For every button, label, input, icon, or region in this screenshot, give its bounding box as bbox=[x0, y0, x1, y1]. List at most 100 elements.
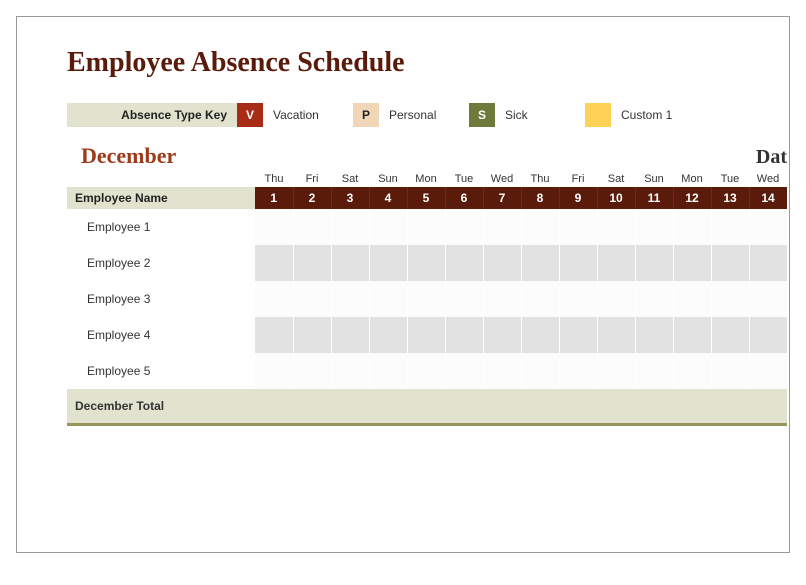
month-total-cell bbox=[445, 389, 483, 423]
absence-cell[interactable] bbox=[597, 209, 635, 245]
absence-cell[interactable] bbox=[635, 209, 673, 245]
absence-cell[interactable] bbox=[559, 317, 597, 353]
absence-cell[interactable] bbox=[407, 317, 445, 353]
employee-name-cell[interactable]: Employee 3 bbox=[67, 281, 255, 317]
legend-swatch-vacation: V bbox=[237, 103, 263, 127]
absence-cell[interactable] bbox=[635, 245, 673, 281]
legend-text-custom1: Custom 1 bbox=[611, 108, 701, 122]
absence-cell[interactable] bbox=[293, 281, 331, 317]
absence-cell[interactable] bbox=[293, 317, 331, 353]
absence-cell[interactable] bbox=[483, 317, 521, 353]
date-header: 8 bbox=[521, 187, 559, 209]
absence-cell[interactable] bbox=[331, 281, 369, 317]
absence-cell[interactable] bbox=[445, 209, 483, 245]
date-header: 5 bbox=[407, 187, 445, 209]
dates-heading: Dat bbox=[756, 146, 787, 169]
month-total-cell bbox=[369, 389, 407, 423]
absence-cell[interactable] bbox=[445, 317, 483, 353]
absence-cell[interactable] bbox=[445, 281, 483, 317]
absence-cell[interactable] bbox=[407, 209, 445, 245]
absence-cell[interactable] bbox=[711, 209, 749, 245]
legend-text-sick: Sick bbox=[495, 108, 585, 122]
employee-name-cell[interactable]: Employee 5 bbox=[67, 353, 255, 389]
absence-cell[interactable] bbox=[749, 209, 787, 245]
absence-cell[interactable] bbox=[521, 281, 559, 317]
absence-cell[interactable] bbox=[255, 353, 293, 389]
absence-cell[interactable] bbox=[407, 245, 445, 281]
absence-cell[interactable] bbox=[293, 353, 331, 389]
absence-cell[interactable] bbox=[369, 317, 407, 353]
day-of-week-header-row: ThuFriSatSunMonTueWedThuFriSatSunMonTueW… bbox=[67, 169, 787, 187]
absence-cell[interactable] bbox=[255, 317, 293, 353]
absence-cell[interactable] bbox=[521, 209, 559, 245]
absence-cell[interactable] bbox=[255, 281, 293, 317]
absence-cell[interactable] bbox=[597, 317, 635, 353]
absence-cell[interactable] bbox=[559, 245, 597, 281]
employee-name-header bbox=[67, 169, 255, 187]
absence-cell[interactable] bbox=[255, 209, 293, 245]
legend-text-vacation: Vacation bbox=[263, 108, 353, 122]
absence-cell[interactable] bbox=[483, 245, 521, 281]
date-number-header-row: Employee Name1234567891011121314 bbox=[67, 187, 787, 209]
absence-cell[interactable] bbox=[331, 245, 369, 281]
absence-cell[interactable] bbox=[673, 209, 711, 245]
date-header: 2 bbox=[293, 187, 331, 209]
month-total-cell bbox=[673, 389, 711, 423]
employee-name-cell[interactable]: Employee 4 bbox=[67, 317, 255, 353]
absence-cell[interactable] bbox=[369, 245, 407, 281]
absence-cell[interactable] bbox=[407, 281, 445, 317]
absence-cell[interactable] bbox=[559, 209, 597, 245]
absence-cell[interactable] bbox=[445, 245, 483, 281]
absence-cell[interactable] bbox=[711, 317, 749, 353]
absence-cell[interactable] bbox=[711, 281, 749, 317]
absence-cell[interactable] bbox=[711, 245, 749, 281]
dow-header: Fri bbox=[293, 169, 331, 187]
absence-cell[interactable] bbox=[635, 353, 673, 389]
absence-cell[interactable] bbox=[711, 353, 749, 389]
absence-cell[interactable] bbox=[369, 209, 407, 245]
dow-header: Thu bbox=[255, 169, 293, 187]
absence-cell[interactable] bbox=[331, 353, 369, 389]
date-header: 7 bbox=[483, 187, 521, 209]
absence-cell[interactable] bbox=[635, 317, 673, 353]
absence-cell[interactable] bbox=[445, 353, 483, 389]
absence-cell[interactable] bbox=[749, 245, 787, 281]
absence-cell[interactable] bbox=[673, 317, 711, 353]
absence-cell[interactable] bbox=[407, 353, 445, 389]
absence-cell[interactable] bbox=[483, 281, 521, 317]
absence-cell[interactable] bbox=[331, 317, 369, 353]
absence-cell[interactable] bbox=[559, 353, 597, 389]
absence-cell[interactable] bbox=[597, 353, 635, 389]
absence-cell[interactable] bbox=[369, 353, 407, 389]
absence-cell[interactable] bbox=[635, 281, 673, 317]
absence-cell[interactable] bbox=[293, 245, 331, 281]
absence-cell[interactable] bbox=[521, 317, 559, 353]
employee-name-cell[interactable]: Employee 2 bbox=[67, 245, 255, 281]
absence-cell[interactable] bbox=[673, 353, 711, 389]
absence-cell[interactable] bbox=[597, 245, 635, 281]
absence-cell[interactable] bbox=[293, 209, 331, 245]
month-total-cell bbox=[597, 389, 635, 423]
legend-code-personal: P bbox=[362, 108, 370, 122]
absence-cell[interactable] bbox=[749, 281, 787, 317]
absence-cell[interactable] bbox=[597, 281, 635, 317]
absence-cell[interactable] bbox=[749, 353, 787, 389]
absence-cell[interactable] bbox=[749, 317, 787, 353]
dow-header: Thu bbox=[521, 169, 559, 187]
absence-cell[interactable] bbox=[483, 353, 521, 389]
absence-cell[interactable] bbox=[673, 245, 711, 281]
legend-item-vacation: V Vacation bbox=[237, 103, 353, 127]
absence-cell[interactable] bbox=[483, 209, 521, 245]
absence-cell[interactable] bbox=[369, 281, 407, 317]
employee-name-cell[interactable]: Employee 1 bbox=[67, 209, 255, 245]
legend-item-sick: S Sick bbox=[469, 103, 585, 127]
absence-cell[interactable] bbox=[521, 353, 559, 389]
absence-cell[interactable] bbox=[331, 209, 369, 245]
dow-header: Tue bbox=[445, 169, 483, 187]
date-header: 3 bbox=[331, 187, 369, 209]
absence-cell[interactable] bbox=[673, 281, 711, 317]
page-title: Employee Absence Schedule bbox=[67, 47, 789, 79]
absence-cell[interactable] bbox=[255, 245, 293, 281]
absence-cell[interactable] bbox=[521, 245, 559, 281]
absence-cell[interactable] bbox=[559, 281, 597, 317]
